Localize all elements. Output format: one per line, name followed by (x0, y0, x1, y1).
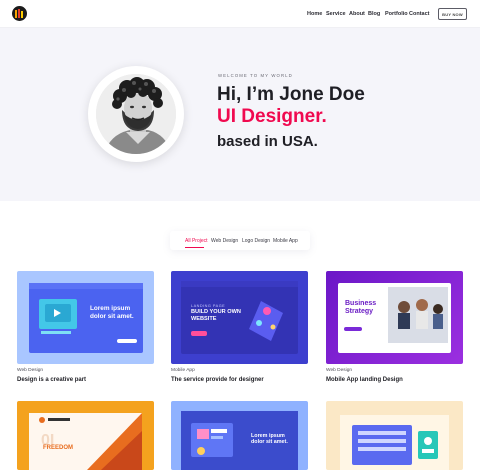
card-3-category: Web Design (326, 368, 353, 373)
site-header: Home Service About Blog Portfolio Contac… (0, 0, 480, 28)
card-1-title[interactable]: Design is a creative part (17, 377, 86, 383)
card-2-category: Mobile App (171, 368, 195, 373)
active-tab-indicator (185, 247, 204, 248)
card-3-thumb-text: Business Strategy (345, 300, 377, 315)
logo-icon[interactable] (12, 6, 27, 21)
nav-about[interactable]: About (349, 11, 365, 17)
nav-blog[interactable]: Blog (368, 11, 380, 17)
nav-contact[interactable]: Contact (409, 11, 429, 17)
tab-logo-design[interactable]: Logo Design (242, 238, 270, 244)
card-2-title[interactable]: The service provide for designer (171, 377, 264, 383)
hero-welcome-text: WELCOME TO MY WORLD (218, 73, 293, 78)
nav-home[interactable]: Home (307, 11, 322, 17)
card-2-thumb-text: BUILD YOUR OWN WEBSITE (191, 309, 241, 322)
portfolio-card-3-thumbnail[interactable]: Business Strategy (326, 271, 463, 364)
card-2-thumb-kicker: LANDING PAGE (191, 304, 226, 308)
hero-role: UI Designer. (217, 106, 327, 127)
portfolio-card-4-thumbnail[interactable]: 0I FREEDOM (17, 401, 154, 470)
card-4-thumb-text: FREEDOM (43, 445, 73, 451)
buy-now-button[interactable]: BUY NOW (438, 8, 467, 20)
portfolio-card-1-thumbnail[interactable]: Lorem ipsum dolor sit amet. (17, 271, 154, 364)
portfolio-card-6-thumbnail[interactable] (326, 401, 463, 470)
nav-portfolio[interactable]: Portfolio (385, 11, 408, 17)
portrait-image (96, 74, 176, 154)
tab-web-design[interactable]: Web Design (211, 238, 238, 244)
card-3-title[interactable]: Mobile App landing Design (326, 377, 403, 383)
card-1-thumb-text: Lorem ipsum dolor sit amet. (90, 305, 134, 320)
avatar (96, 74, 176, 154)
nav-service[interactable]: Service (326, 11, 346, 17)
tab-mobile-app[interactable]: Mobile App (273, 238, 298, 244)
card-5-thumb-text: Lorem ipsum dolor sit amet. (251, 433, 288, 446)
portfolio-card-2-thumbnail[interactable]: LANDING PAGE BUILD YOUR OWN WEBSITE (171, 271, 308, 364)
card-1-category: Web Design (17, 368, 44, 373)
portfolio-card-5-thumbnail[interactable]: Lorem ipsum dolor sit amet. (171, 401, 308, 470)
tab-all-project[interactable]: All Project (185, 238, 208, 244)
hero-title: Hi, I’m Jone Doe (217, 84, 365, 105)
hero-location: based in USA. (217, 133, 318, 150)
